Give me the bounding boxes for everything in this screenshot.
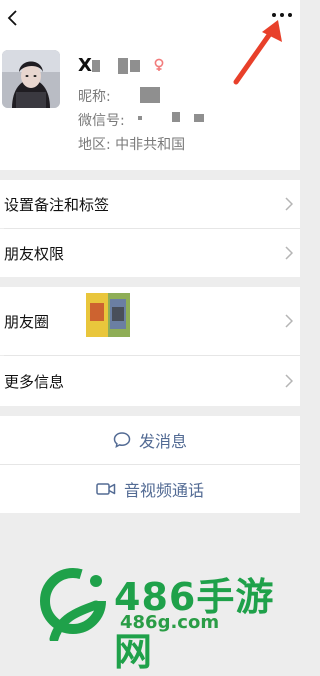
send-message-label: 发消息 xyxy=(138,432,187,451)
chat-bubble-icon xyxy=(113,432,131,449)
more-dot-icon xyxy=(272,13,276,17)
more-info-label: 更多信息 xyxy=(4,372,65,391)
video-call-button[interactable]: 音视频通话 xyxy=(0,465,300,513)
moments-row[interactable]: 朋友圈 xyxy=(0,287,300,355)
video-camera-icon xyxy=(96,483,116,495)
redacted-block xyxy=(92,60,100,72)
red-pointer-arrow-icon xyxy=(233,20,282,85)
profile-avatar[interactable] xyxy=(2,50,60,108)
wechat-id-label: 微信号: xyxy=(78,113,125,129)
back-button[interactable] xyxy=(4,8,24,28)
redacted-block xyxy=(172,112,180,122)
watermark-logo-icon xyxy=(40,568,106,641)
friend-permissions-row[interactable]: 朋友权限 xyxy=(0,229,300,277)
avatar-image xyxy=(2,50,60,108)
female-gender-icon xyxy=(154,58,164,71)
friend-permissions-label: 朋友权限 xyxy=(4,244,65,263)
redacted-block xyxy=(140,87,160,103)
more-info-row[interactable]: 更多信息 xyxy=(0,356,300,406)
redacted-block xyxy=(138,116,142,120)
set-remark-tags-label: 设置备注和标签 xyxy=(4,195,110,214)
chevron-right-icon xyxy=(285,314,293,328)
redacted-block xyxy=(118,58,128,74)
remark-name-label: 昵称: xyxy=(78,89,111,105)
region-text: 地区: 中非共和国 xyxy=(78,137,186,153)
send-message-button[interactable]: 发消息 xyxy=(0,416,300,464)
more-dot-icon xyxy=(280,13,284,17)
more-dot-icon xyxy=(288,13,292,17)
chevron-right-icon xyxy=(285,197,293,211)
redacted-block xyxy=(194,114,204,122)
watermark-url: 486g.com xyxy=(120,612,220,633)
moments-label: 朋友圈 xyxy=(4,312,50,331)
back-arrow-icon xyxy=(7,10,17,26)
moments-photo-image xyxy=(86,293,130,337)
chevron-right-icon xyxy=(285,246,293,260)
chevron-right-icon xyxy=(285,374,293,388)
moments-thumbnail[interactable] xyxy=(86,293,130,337)
profile-nickname: X xyxy=(78,55,92,76)
video-call-label: 音视频通话 xyxy=(123,481,204,500)
redacted-block xyxy=(130,60,140,72)
set-remark-tags-row[interactable]: 设置备注和标签 xyxy=(0,180,300,228)
